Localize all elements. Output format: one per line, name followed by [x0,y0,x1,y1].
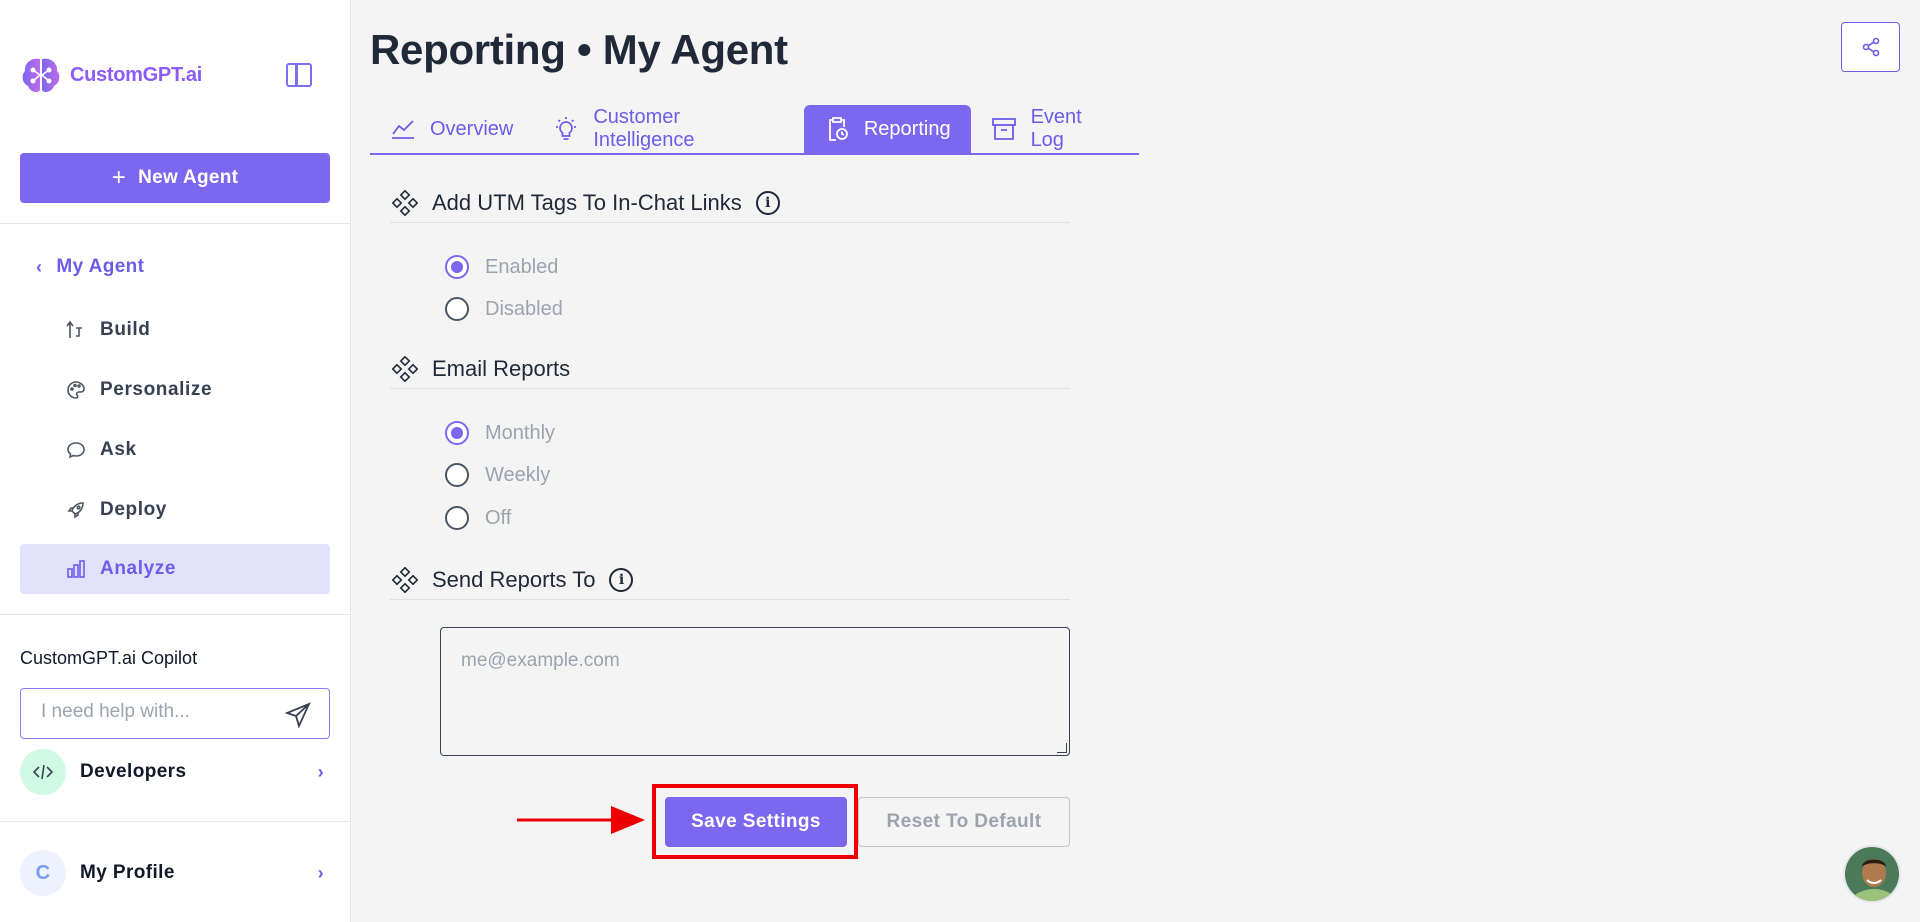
tab-overview[interactable]: Overview [370,105,533,153]
info-icon[interactable]: i [609,567,634,592]
info-icon[interactable]: i [755,190,780,215]
sidebar-item-label: Analyze [100,558,177,579]
sidebar-item-label: Ask [100,439,137,460]
radio-button[interactable] [445,255,469,279]
tab-label: Overview [430,117,514,140]
resize-handle-icon[interactable] [1057,743,1067,753]
radio-label: Off [485,506,512,529]
sidebar-item-deploy[interactable]: Deploy [20,485,330,535]
share-icon [1862,37,1879,57]
radio-label: Enabled [485,255,559,278]
email-recipients-box [440,627,1070,756]
section-title: Send Reports To [432,566,596,592]
radio-label: Weekly [485,463,551,486]
drag-handle-icon[interactable] [392,566,418,593]
sidebar-item-label: Build [100,319,151,340]
back-to-my-agent[interactable]: ‹ My Agent [36,256,144,278]
reset-to-default-button[interactable]: Reset To Default [858,797,1070,847]
section-header: Add UTM Tags To In-Chat Links i [390,183,1070,223]
chevron-right-icon: › [317,761,324,782]
radio-button[interactable] [445,421,469,445]
developers-label: Developers [80,761,187,782]
sidebar-item-analyze[interactable]: Analyze [20,544,330,594]
section-header: Email Reports [390,349,1070,389]
divider [0,821,351,822]
rocket-icon [66,500,86,520]
radio-monthly[interactable]: Monthly [445,421,555,445]
tab-reporting[interactable]: Reporting [803,105,971,153]
chevron-right-icon: › [317,862,324,883]
annotation-arrow-icon [517,806,645,834]
support-avatar[interactable] [1843,845,1901,903]
sidebar-item-label: Deploy [100,499,167,520]
clipboard-clock-icon [824,116,850,142]
section-title: Email Reports [432,355,571,381]
chevron-left-icon: ‹ [36,256,43,277]
radio-label: Monthly [485,421,556,444]
sidebar-item-label: Personalize [100,379,213,400]
drag-handle-icon[interactable] [392,355,418,382]
plus-icon: + [111,164,127,191]
radio-button[interactable] [445,506,469,530]
sidebar-item-ask[interactable]: Ask [20,425,330,475]
section-title: Add UTM Tags To In-Chat Links [432,189,742,215]
copilot-title: CustomGPT.ai Copilot [20,648,198,668]
brand-name: CustomGPT.ai [70,63,202,86]
archive-icon [991,116,1017,142]
radio-weekly[interactable]: Weekly [445,463,550,487]
code-icon [20,749,66,795]
brand-logo[interactable]: CustomGPT.ai [20,55,202,95]
radio-label: Disabled [485,297,563,320]
tab-event-log[interactable]: Event Log [971,105,1139,153]
email-reports-section: Email Reports Monthly Weekly Off [390,349,1070,530]
new-agent-button[interactable]: + New Agent [20,153,330,203]
new-agent-label: New Agent [138,167,239,188]
save-settings-button[interactable]: Save Settings [665,797,847,847]
trend-line-icon [390,116,416,142]
reporting-tabs: Overview Customer Intelligence Reporting… [370,105,1139,155]
build-icon [66,320,86,340]
copilot-input[interactable] [41,701,271,723]
tab-label: Reporting [863,117,951,140]
drag-handle-icon[interactable] [392,189,418,216]
divider [0,223,351,224]
share-button[interactable] [1841,22,1900,72]
palette-icon [66,380,86,400]
section-header: Send Reports To i [390,560,1070,600]
avatar: C [20,850,66,896]
tab-label: Customer Intelligence [593,106,695,151]
radio-disabled[interactable]: Disabled [445,297,563,321]
email-recipients-input[interactable] [441,628,1069,755]
back-label: My Agent [56,256,145,277]
divider [0,614,351,615]
utm-section: Add UTM Tags To In-Chat Links i Enabled … [390,183,1070,321]
page-title: Reporting • My Agent [370,26,788,73]
chat-icon [66,440,86,460]
radio-button[interactable] [445,297,469,321]
sidebar-item-build[interactable]: Build [20,305,330,355]
lightbulb-icon [553,116,579,142]
radio-off[interactable]: Off [445,506,511,530]
copilot-input-box [20,688,330,739]
sidebar-toggle-icon[interactable] [286,63,312,87]
tab-customer-intelligence[interactable]: Customer Intelligence [533,105,803,153]
developers-link[interactable]: Developers › [20,748,330,796]
brain-logo-icon [22,58,60,93]
my-profile-label: My Profile [80,862,175,883]
bar-chart-icon [66,559,86,579]
sidebar-item-personalize[interactable]: Personalize [20,365,330,415]
tab-label: Event Log [1030,106,1082,151]
person-photo-icon [1845,847,1899,901]
send-reports-section: Send Reports To i [390,560,1070,600]
radio-button[interactable] [445,463,469,487]
radio-enabled[interactable]: Enabled [445,255,558,279]
sidebar: CustomGPT.ai + New Agent ‹ My Agent Buil… [0,0,351,922]
send-icon[interactable] [285,702,311,728]
my-profile-link[interactable]: C My Profile › [20,849,330,897]
